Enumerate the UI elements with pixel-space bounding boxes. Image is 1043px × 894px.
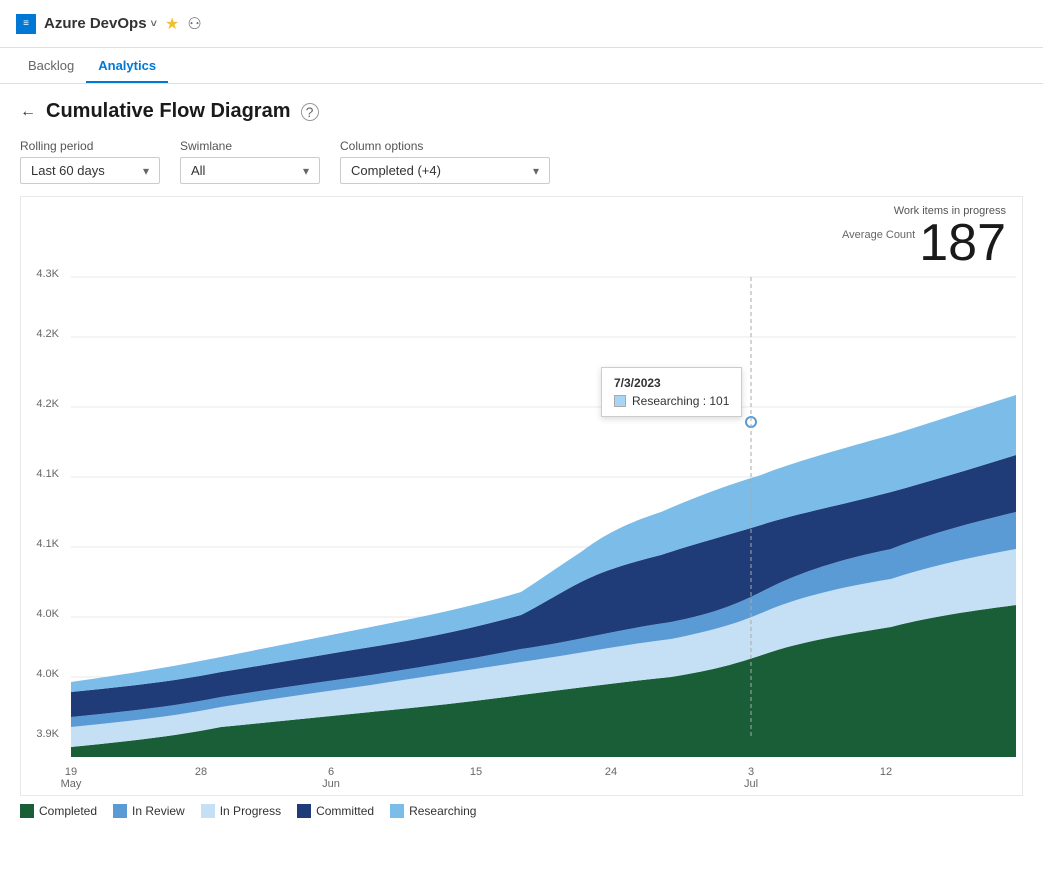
rolling-period-chevron: ▾ [143,164,149,178]
svg-text:19: 19 [65,766,77,778]
app-name-text: Azure DevOps [44,15,147,32]
legend-color-researching [390,804,404,818]
legend-researching: Researching [390,804,476,818]
favorite-icon[interactable]: ★ [165,14,179,34]
chart-container: Work items in progress Average Count 187… [20,196,1023,796]
top-bar: ≡ Azure DevOps ˅ ★ ⚇ [0,0,1043,48]
column-options-chevron: ▾ [533,164,539,178]
legend-label-researching: Researching [409,804,476,818]
app-name[interactable]: Azure DevOps ˅ [44,15,157,32]
svg-text:4.0K: 4.0K [36,608,59,620]
chart-stats: Work items in progress Average Count 187 [842,205,1006,269]
swimlane-value: All [191,163,205,178]
rolling-period-value: Last 60 days [31,163,105,178]
tab-analytics[interactable]: Analytics [86,50,168,83]
svg-text:12: 12 [880,766,892,778]
legend: Completed In Review In Progress Committe… [0,796,1043,826]
svg-text:4.0K: 4.0K [36,668,59,680]
svg-text:28: 28 [195,766,207,778]
svg-text:4.1K: 4.1K [36,468,59,480]
legend-color-in-review [113,804,127,818]
rolling-period-control: Rolling period Last 60 days ▾ [20,139,160,184]
svg-text:6: 6 [328,766,334,778]
svg-text:15: 15 [470,766,482,778]
svg-text:24: 24 [605,766,617,778]
legend-label-in-progress: In Progress [220,804,281,818]
svg-text:3.9K: 3.9K [36,728,59,740]
app-icon: ≡ [16,14,36,34]
avg-count-label: Average Count [842,229,915,241]
column-options-value: Completed (+4) [351,163,441,178]
svg-text:May: May [61,778,82,790]
legend-color-completed [20,804,34,818]
nav-tabs: Backlog Analytics [0,48,1043,84]
count-value: 187 [919,217,1006,269]
svg-text:4.3K: 4.3K [36,268,59,280]
svg-text:4.2K: 4.2K [36,398,59,410]
page-header: ← Cumulative Flow Diagram ? [0,84,1043,131]
chart-svg: 4.3K 4.2K 4.2K 4.1K 4.1K 4.0K 4.0K 3.9K … [21,227,1024,797]
legend-committed: Committed [297,804,374,818]
svg-text:Jul: Jul [744,778,758,790]
legend-in-progress: In Progress [201,804,281,818]
svg-text:4.2K: 4.2K [36,328,59,340]
swimlane-select[interactable]: All ▾ [180,157,320,184]
swimlane-chevron: ▾ [303,164,309,178]
legend-completed: Completed [20,804,97,818]
swimlane-control: Swimlane All ▾ [180,139,320,184]
svg-text:Jun: Jun [322,778,340,790]
svg-text:4.1K: 4.1K [36,538,59,550]
page-title: Cumulative Flow Diagram [46,100,291,123]
rolling-period-select[interactable]: Last 60 days ▾ [20,157,160,184]
back-button[interactable]: ← [20,103,36,121]
legend-color-committed [297,804,311,818]
legend-label-in-review: In Review [132,804,185,818]
legend-label-committed: Committed [316,804,374,818]
controls: Rolling period Last 60 days ▾ Swimlane A… [0,131,1043,196]
column-options-select[interactable]: Completed (+4) ▾ [340,157,550,184]
tab-backlog[interactable]: Backlog [16,50,86,83]
legend-label-completed: Completed [39,804,97,818]
svg-text:3: 3 [748,766,754,778]
swimlane-label: Swimlane [180,139,320,153]
help-icon[interactable]: ? [301,103,319,121]
column-options-label: Column options [340,139,550,153]
people-icon[interactable]: ⚇ [187,14,201,34]
app-name-chevron: ˅ [151,18,157,30]
rolling-period-label: Rolling period [20,139,160,153]
column-options-control: Column options Completed (+4) ▾ [340,139,550,184]
legend-color-in-progress [201,804,215,818]
legend-in-review: In Review [113,804,185,818]
